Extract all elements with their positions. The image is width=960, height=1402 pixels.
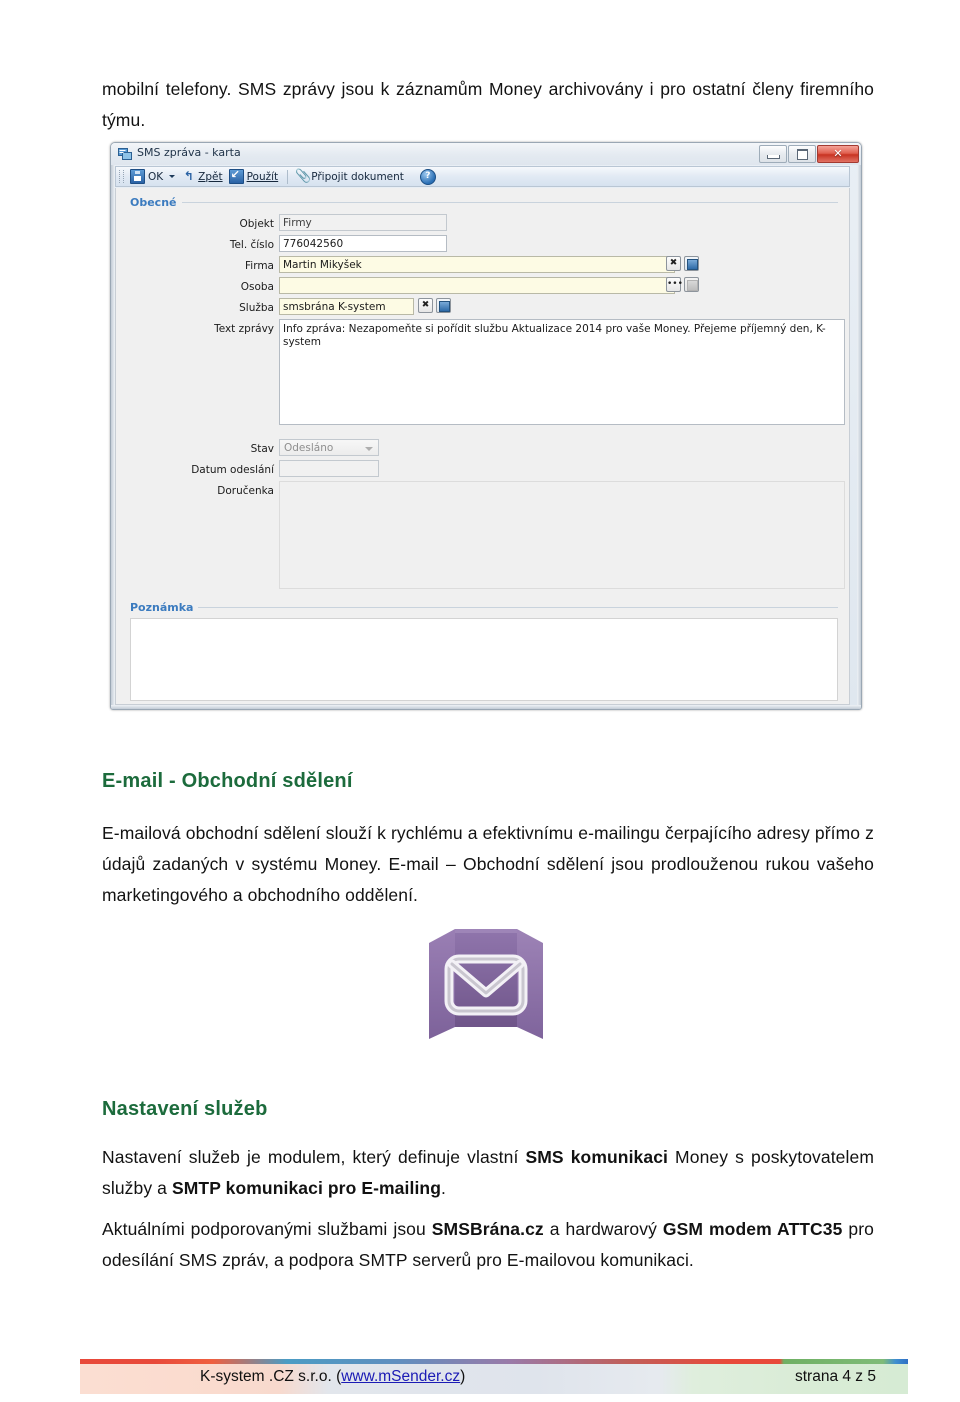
ok-button[interactable]: OK	[128, 168, 167, 185]
label-osoba: Osoba	[240, 281, 274, 293]
footer-company-end: )	[460, 1368, 466, 1385]
document-page: mobilní telefony. SMS zprávy jsou k zázn…	[0, 0, 960, 1402]
input-poznamka[interactable]	[130, 618, 838, 701]
toolbar-grip[interactable]	[119, 170, 124, 183]
maximize-button[interactable]	[788, 145, 816, 163]
input-objekt[interactable]: Firmy	[279, 214, 447, 231]
footer-page-number: strana 4 z 5	[795, 1368, 876, 1385]
label-text-zpravy: Text zprávy	[214, 323, 274, 335]
input-datum-odeslani[interactable]	[279, 460, 379, 477]
sluzba-picker-button[interactable]	[436, 298, 451, 313]
osoba-more-button[interactable]: •••	[666, 277, 683, 292]
input-sluzba[interactable]: smsbrána K-system	[279, 298, 414, 315]
apply-icon	[228, 168, 244, 184]
label-datum-odeslani: Datum odeslání	[191, 464, 274, 476]
select-stav-value: Odesláno	[284, 442, 334, 454]
group-rule-note	[198, 607, 838, 608]
close-button[interactable]: ✕	[817, 145, 859, 163]
label-objekt: Objekt	[239, 218, 274, 230]
svc-p2-bold-gsm: GSM modem ATTC35	[662, 1219, 843, 1239]
chevron-down-icon	[365, 447, 373, 451]
minimize-button[interactable]	[759, 145, 787, 163]
paragraph-service-settings-1: Nastavení služeb je modulem, který defin…	[102, 1142, 874, 1204]
close-icon: ✕	[833, 147, 843, 160]
group-rule-general	[178, 202, 838, 203]
select-stav[interactable]: Odesláno	[279, 439, 379, 456]
back-button-label: Zpět	[198, 170, 223, 183]
window-controls: ✕	[759, 145, 859, 163]
ok-button-label: OK	[148, 170, 164, 183]
dialog-title: SMS zpráva - karta	[137, 146, 241, 159]
attach-document-button[interactable]: 📎 Připojit dokument	[293, 169, 408, 184]
label-sluzba: Služba	[239, 302, 274, 314]
footer-website-link[interactable]: www.mSender.cz	[341, 1368, 460, 1385]
svc-p2-bold-smsbrana: SMSBrána.cz	[431, 1219, 544, 1239]
toolbar-separator	[287, 169, 289, 184]
dialog-titlebar[interactable]: SMS zpráva - karta ✕	[111, 143, 861, 165]
label-stav: Stav	[250, 443, 274, 455]
group-label-general: Obecné	[130, 196, 182, 209]
svc-p2-a: Aktuálními podporovanými službami jsou	[102, 1219, 432, 1239]
back-button[interactable]: ↰ Zpět	[180, 169, 226, 184]
firma-picker-button[interactable]	[684, 256, 699, 271]
help-icon[interactable]: ?	[419, 168, 436, 185]
heading-email-commercial: E-mail - Obchodní sdělení	[102, 770, 353, 792]
footer-company-name: K-system .CZ s.r.o. (	[200, 1368, 342, 1385]
svc-p2-c: a hardwarový	[543, 1219, 663, 1239]
paperclip-icon: 📎	[295, 169, 312, 184]
group-label-note: Poznámka	[130, 601, 199, 614]
heading-service-settings: Nastavení služeb	[102, 1098, 268, 1120]
attach-document-label: Připojit dokument	[311, 170, 404, 183]
firma-clear-button[interactable]: ✖	[666, 256, 681, 271]
dialog-body: Obecné Objekt Firmy Tel. číslo 776042560…	[115, 188, 850, 705]
osoba-picker-button[interactable]	[684, 277, 699, 292]
apply-button[interactable]: Použít	[227, 168, 283, 185]
email-envelope-icon	[429, 929, 543, 1039]
input-tel-cislo[interactable]: 776042560	[279, 235, 447, 252]
intro-paragraph: mobilní telefony. SMS zprávy jsou k zázn…	[102, 79, 874, 130]
input-osoba[interactable]	[279, 277, 675, 294]
svc-p1-d: .	[440, 1178, 446, 1198]
undo-icon: ↰	[183, 169, 194, 183]
paragraph-email-commercial: E-mailová obchodní sdělení slouží k rych…	[102, 823, 874, 905]
sms-message-dialog: SMS zpráva - karta ✕ OK ↰ Zpět ↙ Použít …	[110, 142, 862, 710]
svc-p1-a: Nastavení služeb je modulem, který defin…	[102, 1147, 526, 1167]
label-dorucenka: Doručenka	[217, 485, 274, 497]
ok-dropdown-icon[interactable]	[169, 175, 176, 178]
input-firma[interactable]: Martin Mikyšek	[279, 256, 675, 273]
svc-p1-bold-smtp: SMTP komunikaci pro E-mailing	[171, 1178, 441, 1198]
footer-company: K-system .CZ s.r.o. (www.mSender.cz)	[200, 1368, 465, 1386]
save-icon	[130, 169, 145, 184]
input-text-zpravy[interactable]: Info zpráva: Nezapomeňte si pořídit služ…	[279, 319, 845, 425]
apply-button-label: Použít	[246, 170, 279, 183]
svc-p1-bold-sms: SMS komunikaci	[525, 1147, 669, 1167]
window-edge-right	[857, 165, 861, 709]
label-firma: Firma	[245, 260, 274, 272]
window-edge-bottom	[111, 705, 861, 709]
sms-message-icon	[118, 148, 132, 160]
sluzba-clear-button[interactable]: ✖	[418, 298, 433, 313]
paragraph-service-settings-2: Aktuálními podporovanými službami jsou S…	[102, 1214, 874, 1276]
label-tel-cislo: Tel. číslo	[229, 239, 274, 251]
panel-dorucenka[interactable]	[279, 481, 845, 589]
dialog-toolbar: OK ↰ Zpět Použít 📎 Připojit dokument ?	[115, 166, 850, 187]
